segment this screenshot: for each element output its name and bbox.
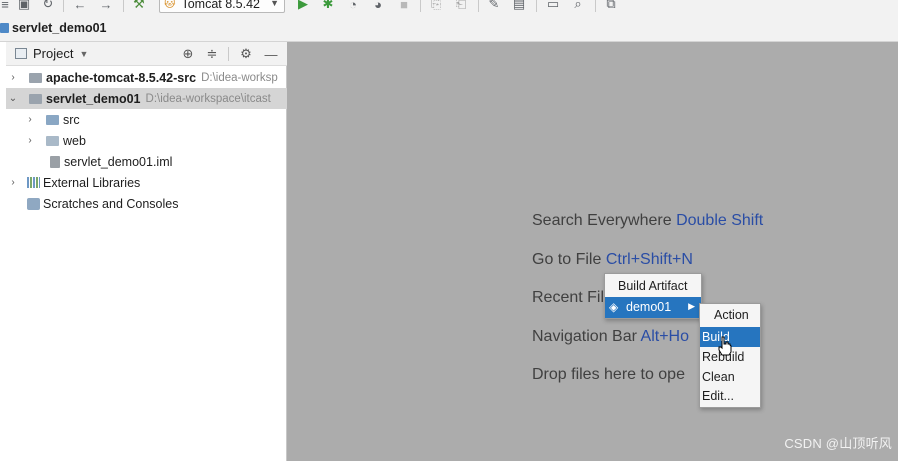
hint-drop-files: Drop files here to ope	[532, 366, 685, 384]
main-toolbar: ≡ ▣ ↻ ← → ⚒ 🐱 Tomcat 8.5.42 ▼ ▶ ✱ ◔ ◕ ■ …	[0, 0, 898, 15]
tree-node-servlet-demo01[interactable]: ⌄ servlet_demo01 D:\idea-workspace\itcas…	[6, 88, 287, 109]
stop-icon[interactable]: ■	[396, 0, 412, 12]
tools-wrench-icon[interactable]: ✎	[486, 0, 502, 12]
hint-shortcut: Ctrl+Shift+N	[605, 251, 693, 268]
attach-debugger-icon[interactable]: ⎗	[453, 0, 469, 12]
toolbar-separator	[536, 0, 537, 12]
expand-arrow-icon[interactable]: ›	[24, 114, 36, 125]
tree-node-scratches[interactable]: Scratches and Consoles	[6, 193, 287, 214]
artifact-item-demo01[interactable]: ◈ demo01 ▶	[605, 297, 701, 318]
tree-node-label: src	[63, 112, 80, 127]
profile-icon[interactable]: ◕	[370, 0, 386, 12]
submenu-title: Action	[714, 308, 749, 322]
toolbar-separator	[63, 0, 64, 12]
hint-recent-files: Recent Fil	[532, 289, 604, 307]
tree-node-web[interactable]: › web	[6, 130, 287, 151]
project-view-selector[interactable]: Project	[33, 46, 73, 61]
hint-search-everywhere: Search Everywhere Double Shift	[532, 212, 763, 230]
gear-icon[interactable]: ⚙	[238, 46, 254, 62]
forward-icon[interactable]: →	[98, 0, 114, 12]
project-panel-header: Project ▼ ⊕ ≑ ⚙ —	[6, 42, 287, 66]
terminal-icon[interactable]: ▭	[545, 0, 561, 12]
collapse-arrow-icon[interactable]: ⌄	[7, 93, 19, 104]
module-folder-icon	[29, 93, 42, 104]
back-icon[interactable]: ←	[72, 0, 88, 12]
module-icon	[0, 23, 9, 33]
tree-node-tomcat-src[interactable]: › apache-tomcat-8.5.42-src D:\idea-works…	[6, 67, 287, 88]
web-folder-icon	[46, 135, 59, 146]
project-structure-icon[interactable]: ▤	[511, 0, 527, 12]
scratches-icon	[27, 197, 40, 210]
toolbar-separator	[420, 0, 421, 12]
sync-icon[interactable]: ↻	[40, 0, 56, 12]
hand-cursor-icon	[718, 336, 732, 356]
tree-node-label: apache-tomcat-8.5.42-src	[46, 70, 197, 85]
tree-node-label: External Libraries	[43, 175, 141, 190]
project-view-icon	[15, 48, 27, 59]
navigation-bar: servlet_demo01	[0, 15, 898, 42]
collapse-all-icon[interactable]: ≑	[204, 46, 220, 62]
expand-arrow-icon[interactable]: ›	[7, 72, 19, 83]
artifact-icon: ◈	[609, 300, 619, 314]
popup-title: Build Artifact	[618, 279, 688, 293]
iml-file-icon	[50, 155, 60, 168]
toolbar-separator	[123, 0, 124, 12]
search-icon[interactable]: ⌕	[570, 0, 586, 12]
run-icon[interactable]: ▶	[295, 0, 311, 12]
hide-panel-icon[interactable]: —	[263, 46, 279, 62]
breadcrumb-project[interactable]: servlet_demo01	[12, 21, 107, 35]
run-configuration-label: Tomcat 8.5.42	[181, 0, 260, 11]
tree-node-path: D:\idea-workspace\itcast	[145, 92, 271, 105]
tree-node-label: servlet_demo01.iml	[64, 154, 173, 169]
source-folder-icon	[46, 114, 59, 125]
attach-icon[interactable]: ⎘	[428, 0, 444, 12]
artifact-label: demo01	[626, 300, 672, 314]
module-folder-icon	[29, 72, 42, 83]
watermark: CSDN @山顶听风	[784, 436, 892, 451]
build-hammer-icon[interactable]: ⚒	[131, 0, 147, 12]
tree-node-label: servlet_demo01	[46, 91, 141, 106]
coverage-icon[interactable]: ◔	[345, 0, 361, 12]
hint-shortcut: Double Shift	[676, 212, 764, 229]
debug-icon[interactable]: ✱	[320, 0, 336, 12]
run-configuration-select[interactable]: 🐱 Tomcat 8.5.42 ▼	[159, 0, 285, 13]
hint-text: Recent Fil	[532, 289, 605, 306]
build-artifact-popup: Build Artifact ◈ demo01 ▶	[604, 273, 702, 319]
locate-target-icon[interactable]: ⊕	[180, 46, 196, 62]
header-separator	[228, 47, 229, 61]
toolbar-separator	[595, 0, 596, 12]
libraries-icon	[27, 177, 40, 188]
tomcat-icon: 🐱	[164, 0, 176, 10]
tree-node-label: Scratches and Consoles	[43, 196, 179, 211]
submenu-arrow-icon: ▶	[688, 301, 695, 311]
tree-node-label: web	[63, 133, 86, 148]
hint-text: Navigation Bar	[532, 328, 637, 345]
action-clean[interactable]: Clean	[702, 370, 735, 384]
tree-node-path: D:\idea-worksp	[201, 71, 278, 84]
chevron-down-icon: ▼	[270, 0, 279, 8]
editor-empty-area: Search Everywhere Double Shift Go to Fil…	[287, 42, 898, 461]
hint-text: Drop files here to ope	[532, 366, 685, 383]
vcs-icon[interactable]: ⧉	[603, 0, 619, 12]
save-all-icon[interactable]: ▣	[16, 0, 32, 12]
project-tool-window: Project ▼ ⊕ ≑ ⚙ — › apache-tomcat-8.5.42…	[0, 42, 287, 461]
hint-text: Go to File	[532, 251, 602, 268]
hint-text: Search Everywhere	[532, 212, 672, 229]
expand-arrow-icon[interactable]: ›	[7, 177, 19, 188]
hint-shortcut: Alt+Ho	[640, 328, 689, 345]
toolbar-separator	[478, 0, 479, 12]
hint-go-to-file: Go to File Ctrl+Shift+N	[532, 251, 693, 269]
hint-navigation-bar: Navigation Bar Alt+Ho	[532, 328, 689, 346]
tree-node-iml[interactable]: servlet_demo01.iml	[6, 151, 287, 172]
action-edit[interactable]: Edit...	[702, 389, 734, 403]
chevron-down-icon[interactable]: ▼	[79, 49, 88, 59]
tree-node-src[interactable]: › src	[6, 109, 287, 130]
expand-arrow-icon[interactable]: ›	[24, 135, 36, 146]
tree-node-external-libraries[interactable]: › External Libraries	[6, 172, 287, 193]
menu-icon[interactable]: ≡	[0, 0, 13, 12]
